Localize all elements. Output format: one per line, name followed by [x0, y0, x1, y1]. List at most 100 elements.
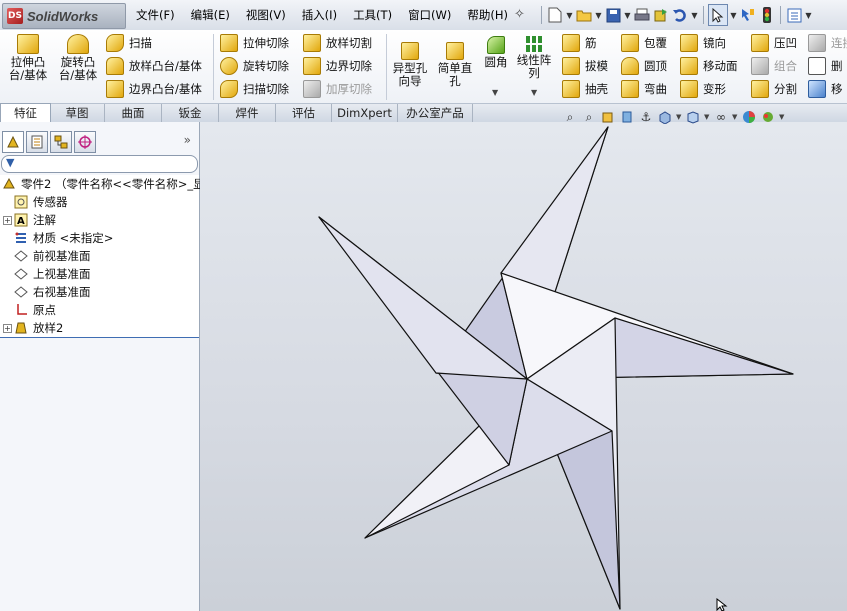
- undo-icon[interactable]: [671, 5, 689, 25]
- tree-item[interactable]: 材质 <未指定>: [0, 229, 199, 247]
- expand-icon[interactable]: +: [3, 324, 12, 333]
- select-icon[interactable]: [708, 4, 728, 26]
- section-view-icon[interactable]: [619, 109, 635, 125]
- chevron-down-icon[interactable]: ▼: [729, 5, 738, 25]
- tree-item[interactable]: 上视基准面: [0, 265, 199, 283]
- chevron-down-icon[interactable]: ▼: [690, 5, 699, 25]
- display-style-icon[interactable]: [657, 109, 673, 125]
- simple-hole-button[interactable]: 简单直 孔: [435, 42, 475, 88]
- save-icon[interactable]: [604, 5, 622, 25]
- menu-edit[interactable]: 编辑(E): [183, 7, 238, 23]
- move-face-button[interactable]: 移动面: [680, 56, 738, 76]
- chevron-down-icon[interactable]: ▼: [594, 5, 603, 25]
- tab-surfaces[interactable]: 曲面: [105, 104, 162, 123]
- options-icon[interactable]: [785, 5, 803, 25]
- tree-root-part[interactable]: 零件2 （零件名称<<零件名称>_显: [0, 175, 205, 193]
- view-orientation-icon[interactable]: ⚓: [638, 109, 654, 125]
- menu-insert[interactable]: 插入(I): [294, 7, 345, 23]
- boundary-cut-button[interactable]: 边界切除: [303, 56, 372, 76]
- chevron-down-icon[interactable]: ▼: [623, 5, 632, 25]
- mirror-button[interactable]: 镜向: [680, 33, 726, 53]
- boundary-boss-button[interactable]: 边界凸台/基体: [106, 79, 202, 99]
- loft-boss-button[interactable]: 放样凸台/基体: [106, 56, 202, 76]
- flex-button[interactable]: 弯曲: [621, 79, 667, 99]
- tree-item[interactable]: 原点: [0, 301, 199, 319]
- split-icon: [751, 80, 769, 98]
- tab-weldments[interactable]: 焊件: [219, 104, 276, 123]
- graphics-area[interactable]: [200, 122, 847, 611]
- combine-button[interactable]: 组合: [751, 56, 797, 76]
- print-icon[interactable]: [633, 5, 651, 25]
- connect-button[interactable]: 连接: [808, 33, 847, 53]
- solidworks-logo[interactable]: DS SolidWorks: [2, 3, 126, 29]
- extrude-boss-button[interactable]: 拉伸凸 台/基体: [6, 34, 50, 82]
- menu-help[interactable]: 帮助(H): [459, 7, 516, 23]
- revolve-cut-button[interactable]: 旋转切除: [220, 56, 289, 76]
- menu-view[interactable]: 视图(V): [238, 7, 294, 23]
- hide-show-icon[interactable]: [685, 109, 701, 125]
- traffic-light-icon[interactable]: [758, 5, 776, 25]
- tree-item[interactable]: 传感器: [0, 193, 199, 211]
- delete-body-button[interactable]: 删: [808, 56, 843, 76]
- chevron-down-icon[interactable]: ▼: [676, 113, 682, 121]
- hole-wizard-button[interactable]: 异型孔 向导: [390, 42, 430, 88]
- pin-icon[interactable]: ✧: [514, 7, 525, 22]
- tree-item[interactable]: 右视基准面: [0, 283, 199, 301]
- feature-manager-icon[interactable]: [2, 131, 24, 153]
- chevron-down-icon[interactable]: ▼: [565, 5, 574, 25]
- chevron-down-icon[interactable]: ▼: [704, 113, 710, 121]
- draft-button[interactable]: 拔模: [562, 56, 608, 76]
- tab-features[interactable]: 特征: [0, 103, 51, 124]
- wrap-button[interactable]: 包覆: [621, 33, 667, 53]
- chevron-down-icon[interactable]: ▼: [492, 88, 498, 97]
- fillet-button[interactable]: 圆角: [481, 36, 511, 69]
- sweep-cut-button[interactable]: 扫描切除: [220, 79, 289, 99]
- zoom-to-fit-icon[interactable]: ⌕: [562, 109, 578, 125]
- apply-scene-icon[interactable]: [741, 109, 757, 125]
- tree-filter-input[interactable]: ▼: [1, 155, 198, 173]
- tab-sketch[interactable]: 草图: [50, 104, 105, 123]
- configuration-manager-icon[interactable]: [50, 131, 72, 153]
- split-button[interactable]: 分割: [751, 79, 797, 99]
- tab-evaluate[interactable]: 评估: [276, 104, 332, 123]
- tree-item[interactable]: + A 注解: [0, 211, 199, 229]
- chevron-down-icon[interactable]: ▼: [779, 113, 785, 121]
- shell-button[interactable]: 抽壳: [562, 79, 608, 99]
- tree-item[interactable]: 前视基准面: [0, 247, 199, 265]
- sweep-button[interactable]: 扫描: [106, 33, 152, 53]
- chevron-down-icon[interactable]: ▼: [531, 88, 537, 97]
- collapse-panel-icon[interactable]: »: [184, 133, 191, 147]
- dome-button[interactable]: 圆顶: [621, 56, 667, 76]
- tree-item[interactable]: + 放样2: [0, 319, 199, 337]
- indent-button[interactable]: 压凹: [751, 33, 797, 53]
- menu-window[interactable]: 窗口(W): [400, 7, 459, 23]
- five-point-star-model[interactable]: [200, 122, 847, 611]
- menu-file[interactable]: 文件(F): [128, 7, 183, 23]
- chevron-down-icon[interactable]: ▼: [804, 5, 813, 25]
- open-icon[interactable]: [575, 5, 593, 25]
- fillet-icon: [487, 36, 505, 54]
- tab-sheet-metal[interactable]: 钣金: [162, 104, 219, 123]
- thicken-cut-button[interactable]: 加厚切除: [303, 79, 372, 99]
- deform-button[interactable]: 变形: [680, 79, 726, 99]
- loft-cut-button[interactable]: 放样切割: [303, 33, 372, 53]
- previous-view-icon[interactable]: [600, 109, 616, 125]
- expand-icon[interactable]: +: [3, 216, 12, 225]
- linear-pattern-button[interactable]: 线性阵 列: [514, 36, 554, 80]
- dimxpert-manager-icon[interactable]: [74, 131, 96, 153]
- new-document-icon[interactable]: [546, 5, 564, 25]
- property-manager-icon[interactable]: [26, 131, 48, 153]
- move-body-button[interactable]: 移: [808, 79, 843, 99]
- smart-select-icon[interactable]: [739, 5, 757, 25]
- tab-dimxpert[interactable]: DimXpert: [332, 104, 398, 123]
- zoom-area-icon[interactable]: ⌕: [581, 109, 597, 125]
- edit-appearance-icon[interactable]: ∞: [713, 109, 729, 125]
- rib-button[interactable]: 筋: [562, 33, 597, 53]
- extrude-cut-button[interactable]: 拉伸切除: [220, 33, 289, 53]
- menu-tools[interactable]: 工具(T): [345, 7, 400, 23]
- chevron-down-icon[interactable]: ▼: [732, 113, 738, 121]
- revolve-boss-button[interactable]: 旋转凸 台/基体: [56, 34, 100, 82]
- tab-office-products[interactable]: 办公室产品: [398, 104, 473, 123]
- scene-icon[interactable]: [760, 109, 776, 125]
- rebuild-icon[interactable]: [652, 5, 670, 25]
